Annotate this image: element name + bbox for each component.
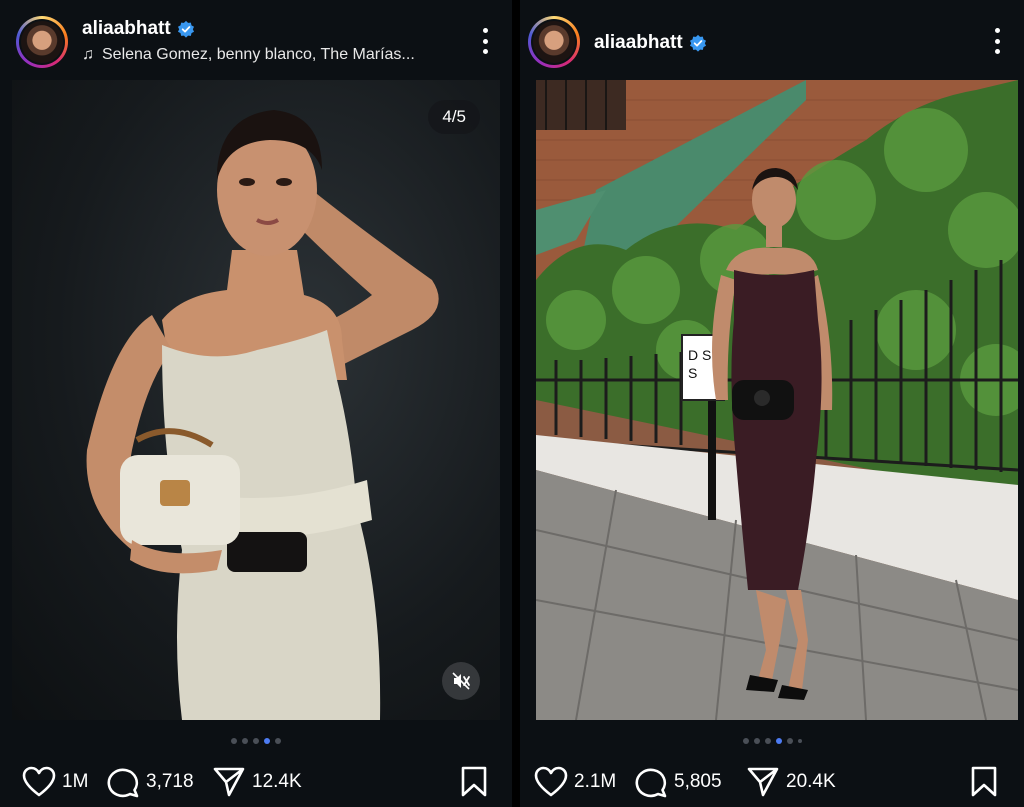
username-row: aliaabhatt [594,32,707,54]
photo-woman-white-dress [86,110,439,720]
bookmark-icon [971,766,997,797]
street-sign-text: D S [688,347,711,363]
share-count: 12.4K [252,771,302,792]
username-link[interactable]: aliaabhatt [82,18,171,40]
verified-badge-icon [689,34,706,52]
bookmark-icon [461,766,487,797]
carousel-dot [764,738,771,744]
carousel-counter: 4/5 [428,100,480,134]
action-bar: 2.1M 5,805 20.4K [520,764,1024,800]
verified-badge-icon [177,20,194,38]
comment-button[interactable]: 3,718 [106,764,194,800]
heart-icon [534,766,568,797]
carousel-dot [275,738,281,744]
send-icon [213,767,245,797]
post-image[interactable]: 4/5 [12,80,500,720]
avatar[interactable] [528,16,580,68]
carousel-dot [797,739,802,743]
carousel-dot [242,738,248,744]
audio-track[interactable]: ♫ Selena Gomez, benny blanco, The Marías… [82,46,415,64]
carousel-dot [753,738,760,744]
speaker-muted-icon [452,672,470,690]
carousel-dot [786,738,793,744]
street-sign-text: S [688,365,697,381]
comment-icon [107,768,139,798]
like-button[interactable]: 1M [22,764,88,800]
share-count: 20.4K [786,771,836,792]
more-options-icon[interactable] [994,28,1000,54]
post-header: aliaabhatt [520,0,1024,80]
mute-toggle-button[interactable] [442,662,480,700]
post-image[interactable]: D S S [536,80,1018,720]
share-button[interactable]: 20.4K [746,764,836,800]
comment-count: 5,805 [674,771,722,792]
carousel-indicator [520,738,1024,744]
music-note-icon: ♫ [82,46,94,63]
post-card-2: aliaabhatt D S S 2.1M 5,805 20.4K [520,0,1024,807]
post-header: aliaabhatt ♫ Selena Gomez, benny blanco,… [0,0,512,80]
carousel-dot [253,738,259,744]
like-count: 2.1M [574,771,617,792]
save-button[interactable] [460,766,488,803]
share-button[interactable]: 12.4K [212,764,302,800]
send-icon [747,767,779,797]
comment-icon [635,768,667,798]
like-button[interactable]: 2.1M [534,764,616,800]
carousel-dot-active [775,738,782,744]
carousel-dot-active [264,738,270,744]
save-button[interactable] [970,766,998,803]
post-card-1: aliaabhatt ♫ Selena Gomez, benny blanco,… [0,0,512,807]
carousel-indicator [0,738,512,744]
comment-count: 3,718 [146,771,194,792]
username-link[interactable]: aliaabhatt [594,32,683,54]
more-options-icon[interactable] [482,28,488,54]
heart-icon [22,766,56,797]
carousel-dot [231,738,237,744]
username-row: aliaabhatt [82,18,195,40]
photo-woman-street: D S S [536,80,1018,720]
comment-button[interactable]: 5,805 [634,764,722,800]
like-count: 1M [62,771,89,792]
action-bar: 1M 3,718 12.4K [0,764,512,800]
carousel-dot [742,738,749,744]
audio-track-label: Selena Gomez, benny blanco, The Marías..… [102,46,415,63]
avatar[interactable] [16,16,68,68]
